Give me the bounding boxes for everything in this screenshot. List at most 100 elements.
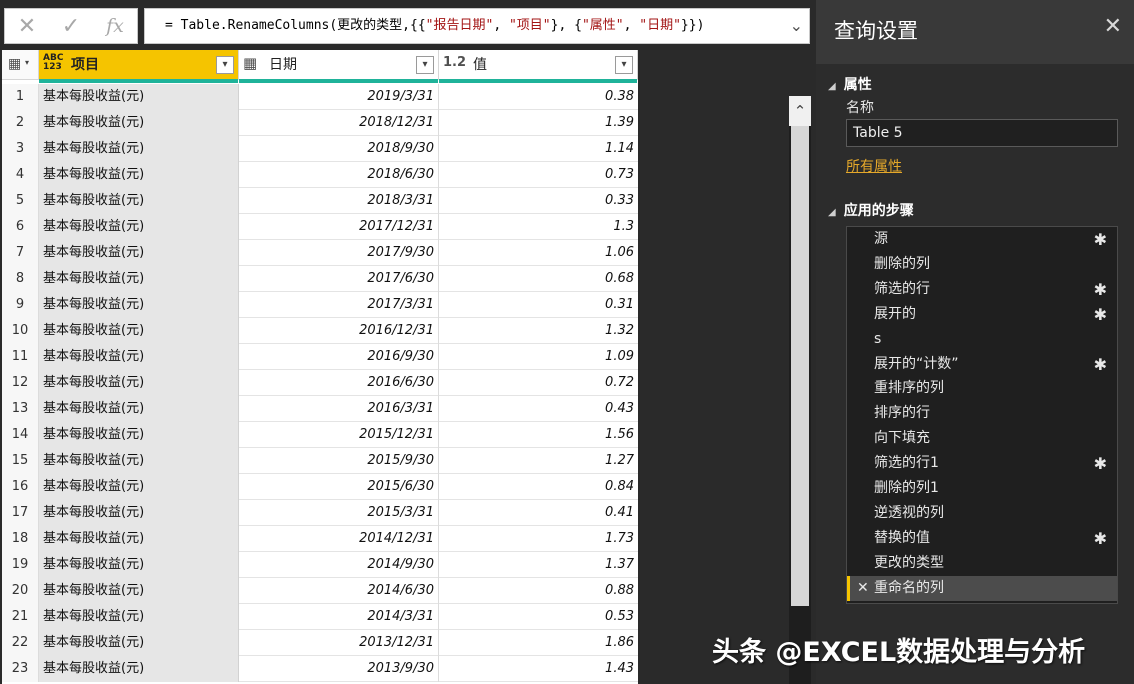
- cell-date[interactable]: 2017/3/31: [239, 292, 439, 318]
- cell-date[interactable]: 2014/3/31: [239, 604, 439, 630]
- cell-item[interactable]: 基本每股收益(元): [39, 162, 239, 188]
- cell-date[interactable]: 2016/3/31: [239, 396, 439, 422]
- applied-step[interactable]: 筛选的行1 ✱: [847, 451, 1117, 476]
- cell-value[interactable]: 1.14: [439, 136, 638, 162]
- cell-date[interactable]: 2016/9/30: [239, 344, 439, 370]
- cell-date[interactable]: 2017/12/31: [239, 214, 439, 240]
- cell-value[interactable]: 0.41: [439, 500, 638, 526]
- table-row[interactable]: 16 基本每股收益(元) 2015/6/30 0.84: [2, 474, 638, 500]
- cell-item[interactable]: 基本每股收益(元): [39, 266, 239, 292]
- calendar-icon[interactable]: ▦: [243, 54, 257, 72]
- cell-value[interactable]: 1.37: [439, 552, 638, 578]
- cell-item[interactable]: 基本每股收益(元): [39, 136, 239, 162]
- table-row[interactable]: 1 基本每股收益(元) 2019/3/31 0.38: [2, 84, 638, 110]
- scroll-up-button[interactable]: ⌃: [789, 96, 811, 126]
- applied-step[interactable]: ✕ 重命名的列: [847, 575, 1117, 601]
- table-row[interactable]: 20 基本每股收益(元) 2014/6/30 0.88: [2, 578, 638, 604]
- cell-item[interactable]: 基本每股收益(元): [39, 604, 239, 630]
- cell-date[interactable]: 2013/9/30: [239, 656, 439, 682]
- decimal-type-icon[interactable]: 1.2: [443, 55, 466, 70]
- cell-value[interactable]: 1.56: [439, 422, 638, 448]
- table-row[interactable]: 4 基本每股收益(元) 2018/6/30 0.73: [2, 162, 638, 188]
- cell-item[interactable]: 基本每股收益(元): [39, 474, 239, 500]
- cell-item[interactable]: 基本每股收益(元): [39, 448, 239, 474]
- applied-step[interactable]: 源 ✱: [847, 227, 1117, 252]
- column-header-item[interactable]: ABC 123 项目 ▾: [39, 50, 239, 83]
- applied-step[interactable]: 筛选的行 ✱: [847, 277, 1117, 302]
- applied-step[interactable]: s: [847, 327, 1117, 352]
- applied-step[interactable]: 展开的 ✱: [847, 302, 1117, 327]
- cell-item[interactable]: 基本每股收益(元): [39, 110, 239, 136]
- vertical-scrollbar[interactable]: ⌃: [789, 96, 811, 684]
- filter-dropdown-button[interactable]: ▾: [615, 56, 633, 74]
- gear-icon[interactable]: ✱: [1094, 277, 1107, 302]
- applied-step[interactable]: 排序的行: [847, 401, 1117, 426]
- cell-value[interactable]: 0.31: [439, 292, 638, 318]
- table-row[interactable]: 18 基本每股收益(元) 2014/12/31 1.73: [2, 526, 638, 552]
- delete-step-icon[interactable]: ✕: [857, 576, 869, 601]
- cell-item[interactable]: 基本每股收益(元): [39, 292, 239, 318]
- all-properties-link[interactable]: 所有属性: [846, 156, 902, 176]
- cell-date[interactable]: 2018/3/31: [239, 188, 439, 214]
- column-header-date[interactable]: ▦ 日期 ▾: [239, 50, 439, 83]
- cell-item[interactable]: 基本每股收益(元): [39, 240, 239, 266]
- applied-steps-section-toggle[interactable]: ◢ 应用的步骤: [828, 200, 914, 220]
- formula-input[interactable]: = Table.RenameColumns(更改的类型,{{"报告日期", "项…: [144, 8, 810, 44]
- cell-date[interactable]: 2015/9/30: [239, 448, 439, 474]
- type-any-icon[interactable]: ABC 123: [43, 54, 65, 72]
- cell-date[interactable]: 2014/6/30: [239, 578, 439, 604]
- gear-icon[interactable]: ✱: [1094, 302, 1107, 327]
- cell-value[interactable]: 0.53: [439, 604, 638, 630]
- table-row[interactable]: 11 基本每股收益(元) 2016/9/30 1.09: [2, 344, 638, 370]
- table-row[interactable]: 12 基本每股收益(元) 2016/6/30 0.72: [2, 370, 638, 396]
- cell-date[interactable]: 2018/9/30: [239, 136, 439, 162]
- cell-value[interactable]: 1.73: [439, 526, 638, 552]
- fx-icon[interactable]: fx: [93, 15, 137, 37]
- table-row[interactable]: 5 基本每股收益(元) 2018/3/31 0.33: [2, 188, 638, 214]
- cell-value[interactable]: 0.72: [439, 370, 638, 396]
- cell-item[interactable]: 基本每股收益(元): [39, 318, 239, 344]
- query-name-input[interactable]: Table 5: [846, 119, 1118, 147]
- table-row[interactable]: 21 基本每股收益(元) 2014/3/31 0.53: [2, 604, 638, 630]
- cell-value[interactable]: 0.33: [439, 188, 638, 214]
- table-row[interactable]: 10 基本每股收益(元) 2016/12/31 1.32: [2, 318, 638, 344]
- cell-item[interactable]: 基本每股收益(元): [39, 214, 239, 240]
- gear-icon[interactable]: ✱: [1094, 526, 1107, 551]
- applied-step[interactable]: 删除的列1: [847, 476, 1117, 501]
- table-row[interactable]: 15 基本每股收益(元) 2015/9/30 1.27: [2, 448, 638, 474]
- scrollbar-thumb[interactable]: [791, 126, 809, 606]
- cell-date[interactable]: 2015/12/31: [239, 422, 439, 448]
- close-icon[interactable]: ✕: [1104, 14, 1122, 39]
- applied-step[interactable]: 删除的列: [847, 252, 1117, 277]
- gear-icon[interactable]: ✱: [1094, 451, 1107, 476]
- cell-date[interactable]: 2013/12/31: [239, 630, 439, 656]
- cell-date[interactable]: 2018/6/30: [239, 162, 439, 188]
- cell-value[interactable]: 0.38: [439, 84, 638, 110]
- cell-date[interactable]: 2016/12/31: [239, 318, 439, 344]
- table-row[interactable]: 8 基本每股收益(元) 2017/6/30 0.68: [2, 266, 638, 292]
- table-row[interactable]: 13 基本每股收益(元) 2016/3/31 0.43: [2, 396, 638, 422]
- cell-item[interactable]: 基本每股收益(元): [39, 500, 239, 526]
- cell-date[interactable]: 2015/6/30: [239, 474, 439, 500]
- cell-item[interactable]: 基本每股收益(元): [39, 552, 239, 578]
- cell-value[interactable]: 1.09: [439, 344, 638, 370]
- applied-step[interactable]: 替换的值 ✱: [847, 526, 1117, 551]
- table-row[interactable]: 9 基本每股收益(元) 2017/3/31 0.31: [2, 292, 638, 318]
- applied-step[interactable]: 更改的类型: [847, 551, 1117, 576]
- cell-value[interactable]: 0.84: [439, 474, 638, 500]
- filter-dropdown-button[interactable]: ▾: [216, 56, 234, 74]
- cell-value[interactable]: 1.27: [439, 448, 638, 474]
- gear-icon[interactable]: ✱: [1094, 227, 1107, 252]
- cell-item[interactable]: 基本每股收益(元): [39, 344, 239, 370]
- table-menu-button[interactable]: ▦ ▾: [2, 50, 39, 80]
- table-row[interactable]: 17 基本每股收益(元) 2015/3/31 0.41: [2, 500, 638, 526]
- cell-value[interactable]: 1.06: [439, 240, 638, 266]
- applied-step[interactable]: 逆透视的列: [847, 501, 1117, 526]
- cell-value[interactable]: 0.88: [439, 578, 638, 604]
- cell-date[interactable]: 2014/9/30: [239, 552, 439, 578]
- cell-value[interactable]: 0.43: [439, 396, 638, 422]
- column-header-value[interactable]: 1.2 值 ▾: [439, 50, 638, 83]
- cell-item[interactable]: 基本每股收益(元): [39, 396, 239, 422]
- cell-value[interactable]: 0.73: [439, 162, 638, 188]
- cell-date[interactable]: 2017/6/30: [239, 266, 439, 292]
